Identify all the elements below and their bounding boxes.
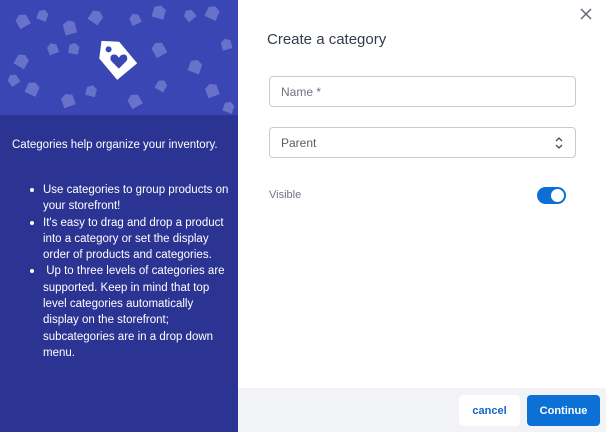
info-bullet-list: Use categories to group products on your… [12, 182, 232, 361]
name-input[interactable] [269, 76, 576, 107]
create-category-form: Create a category Parent Visible [238, 0, 606, 388]
page-title: Create a category [267, 31, 387, 48]
hero-banner [0, 0, 238, 115]
visible-label: Visible [269, 189, 302, 201]
toggle-knob [551, 189, 564, 202]
list-item: It's easy to drag and drop a product int… [12, 215, 232, 264]
parent-select-value: Parent [281, 135, 317, 150]
visible-toggle[interactable] [537, 187, 566, 204]
list-item: Up to three levels of categories are sup… [12, 263, 232, 361]
parent-select[interactable]: Parent [269, 127, 576, 158]
info-panel: Categories help organize your inventory.… [0, 0, 238, 432]
close-icon[interactable] [578, 6, 594, 22]
info-intro: Categories help organize your inventory. [12, 139, 218, 151]
dialog-footer: cancel Continue [238, 388, 606, 432]
continue-button[interactable]: Continue [527, 395, 600, 426]
list-item: Use categories to group products on your… [12, 182, 232, 215]
tag-heart-icon [99, 40, 138, 80]
cancel-button[interactable]: cancel [459, 395, 520, 426]
chevron-up-down-icon [555, 136, 563, 149]
